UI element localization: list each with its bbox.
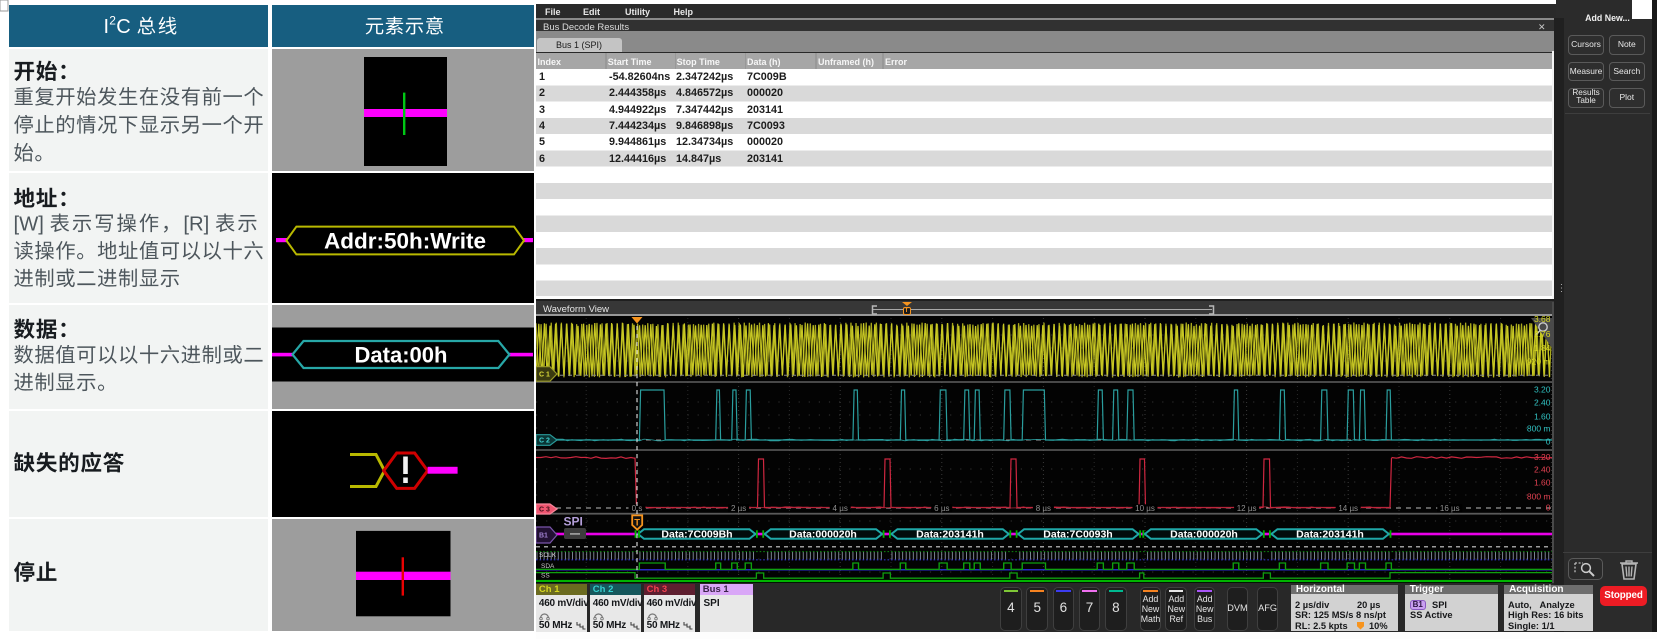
svg-text:800 m: 800 m [1527, 423, 1551, 433]
svg-text:6 µs: 6 µs [934, 504, 949, 513]
svg-text:8 µs: 8 µs [1036, 504, 1051, 513]
svg-text:4 µs: 4 µs [833, 504, 848, 513]
svg-text:T: T [634, 517, 640, 528]
svg-text:2.40: 2.40 [1534, 398, 1551, 408]
svg-text:14 µs: 14 µs [1338, 504, 1358, 513]
svg-text:1.60: 1.60 [1534, 478, 1551, 488]
svg-text:920 m: 920 m [1527, 357, 1551, 367]
svg-text:C: C [116, 16, 130, 38]
svg-text:SCLK: SCLK [539, 552, 557, 559]
svg-text:Data:203141h: Data:203141h [1296, 529, 1364, 541]
svg-text:Data:203141h: Data:203141h [916, 529, 984, 541]
svg-text:3.20: 3.20 [1534, 384, 1551, 394]
svg-text:[R]: [R] [183, 214, 209, 236]
svg-text:SPI: SPI [564, 515, 583, 529]
svg-text:12 µs: 12 µs [1237, 504, 1257, 513]
svg-text:SS: SS [541, 573, 550, 580]
svg-text:Data:000020h: Data:000020h [1170, 529, 1238, 541]
svg-text:B1: B1 [539, 533, 548, 540]
svg-text:C 1: C 1 [539, 372, 550, 379]
svg-text:1.84: 1.84 [1534, 343, 1551, 353]
svg-text:0: 0 [1546, 436, 1551, 446]
svg-text:16 µs: 16 µs [1440, 504, 1460, 513]
svg-text:Addr:50h:Write: Addr:50h:Write [324, 229, 486, 254]
svg-text:0: 0 [1546, 503, 1551, 513]
svg-text:Data:00h: Data:00h [355, 343, 448, 368]
svg-text:[W]: [W] [14, 214, 44, 236]
svg-text:C 2: C 2 [539, 438, 550, 445]
svg-text:2 µs: 2 µs [731, 504, 746, 513]
svg-text:800 m: 800 m [1527, 491, 1551, 501]
svg-text:Data:000020h: Data:000020h [789, 529, 857, 541]
svg-text:1.60: 1.60 [1534, 411, 1551, 421]
svg-text:Data:7C009Bh: Data:7C009Bh [661, 529, 732, 541]
svg-text:10 µs: 10 µs [1135, 504, 1155, 513]
svg-text:2.76: 2.76 [1534, 329, 1551, 339]
svg-text:SDA: SDA [541, 563, 555, 570]
svg-text:Data:7C0093h: Data:7C0093h [1043, 529, 1112, 541]
svg-text:2: 2 [109, 14, 116, 28]
svg-text:2.40: 2.40 [1534, 464, 1551, 474]
svg-text:C 3: C 3 [539, 507, 550, 514]
svg-text:3.68: 3.68 [1534, 316, 1551, 324]
svg-text:3.20: 3.20 [1534, 452, 1551, 462]
